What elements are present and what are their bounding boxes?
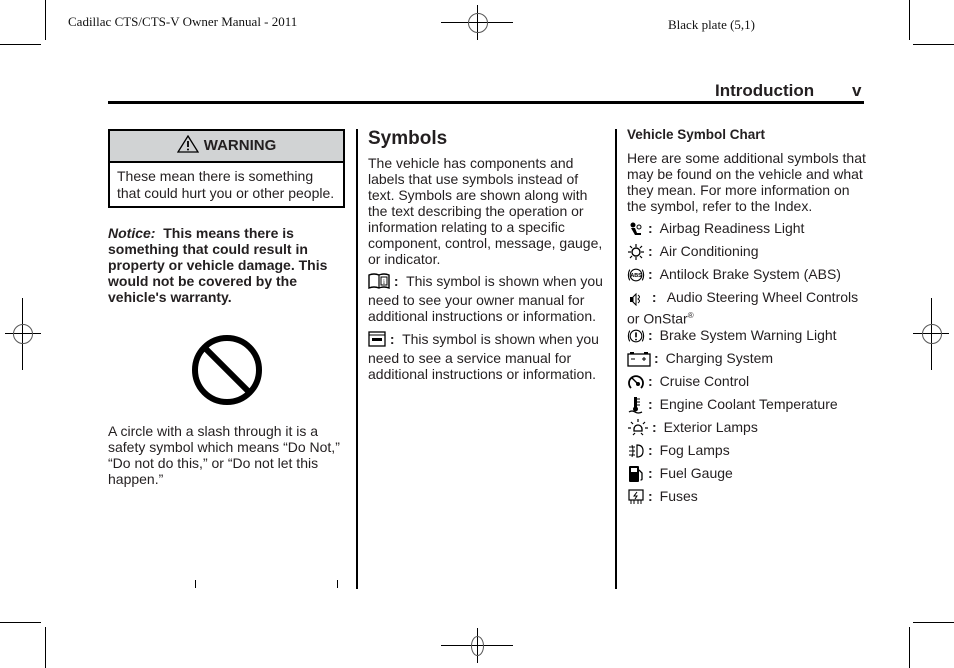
service-manual-item: : This symbol is shown when you need to … bbox=[368, 331, 599, 382]
crop-mark bbox=[0, 44, 41, 45]
airbag-icon bbox=[627, 220, 645, 238]
crop-mark bbox=[913, 44, 954, 45]
warning-title: WARNING bbox=[203, 137, 277, 154]
crop-mark bbox=[0, 622, 41, 623]
fuses-icon bbox=[627, 488, 645, 506]
symbol-row-air-conditioning: : Air Conditioning bbox=[627, 243, 867, 266]
crop-mark bbox=[195, 580, 196, 588]
symbols-heading: Symbols bbox=[368, 128, 448, 149]
symbols-intro: The vehicle has components and labels th… bbox=[368, 155, 603, 267]
circle-slash-icon bbox=[190, 333, 264, 407]
header-rule bbox=[108, 101, 864, 104]
symbol-row-audio-steering: : Audio Steering Wheel Controls or OnSta… bbox=[627, 289, 859, 327]
symbol-row-fuses: : Fuses bbox=[627, 488, 867, 511]
column-divider bbox=[615, 129, 617, 589]
crop-mark bbox=[45, 627, 46, 668]
symbol-label: Charging System bbox=[665, 350, 774, 366]
service-manual-icon bbox=[368, 331, 386, 350]
warning-header: WARNING bbox=[110, 131, 343, 163]
symbol-label: Audio Steering Wheel Controls or OnStar bbox=[627, 289, 859, 327]
abs-icon: ABS bbox=[627, 266, 645, 284]
symbol-row-fuel: : Fuel Gauge bbox=[627, 465, 867, 488]
crop-mark bbox=[909, 627, 910, 668]
right-column: Vehicle Symbol Chart Here are some addit… bbox=[627, 127, 867, 511]
brake-warning-icon bbox=[627, 327, 645, 345]
crop-mark bbox=[45, 0, 46, 40]
crop-mark bbox=[337, 580, 338, 588]
section-title: Introduction bbox=[715, 81, 815, 100]
symbol-row-abs: ABS : Antilock Brake System (ABS) bbox=[627, 266, 867, 289]
symbol-label: Fog Lamps bbox=[659, 442, 730, 458]
symbol-list: : Airbag Readiness Light : Air Condition… bbox=[627, 220, 867, 511]
fog-lamps-icon bbox=[627, 442, 645, 460]
plate-label: Black plate (5,1) bbox=[668, 17, 755, 32]
symbol-label: Cruise Control bbox=[659, 373, 750, 389]
symbol-label: Fuses bbox=[659, 488, 698, 504]
owner-manual-text: This symbol is shown when you need to se… bbox=[368, 273, 603, 324]
left-column: WARNING These mean there is something th… bbox=[108, 129, 348, 487]
notice-paragraph: Notice: This means there is something th… bbox=[108, 225, 348, 305]
coolant-temperature-icon bbox=[627, 396, 645, 414]
warning-box: WARNING These mean there is something th… bbox=[108, 129, 345, 208]
symbol-row-cruise: : Cruise Control bbox=[627, 373, 867, 396]
symbol-label: Brake System Warning Light bbox=[659, 327, 837, 343]
audio-steering-icon bbox=[627, 290, 645, 308]
vehicle-symbol-chart-heading: Vehicle Symbol Chart bbox=[627, 127, 766, 142]
notice-label: Notice: bbox=[108, 225, 156, 241]
symbol-row-coolant: : Engine Coolant Temperature bbox=[627, 396, 867, 419]
symbol-row-exterior-lamps: : Exterior Lamps bbox=[627, 419, 867, 442]
symbol-row-brake-warning: : Brake System Warning Light bbox=[627, 327, 867, 350]
column-divider bbox=[356, 129, 358, 589]
svg-text:i: i bbox=[383, 278, 385, 286]
service-manual-text: This symbol is shown when you need to se… bbox=[368, 331, 599, 382]
page-number: v bbox=[852, 81, 862, 100]
registered-mark: ® bbox=[687, 311, 694, 320]
symbol-label: Air Conditioning bbox=[659, 243, 759, 259]
owner-manual-book-icon: i bbox=[368, 273, 390, 292]
symbol-label: Fuel Gauge bbox=[659, 465, 733, 481]
crop-mark bbox=[913, 622, 954, 623]
symbol-label: Airbag Readiness Light bbox=[659, 220, 805, 236]
symbol-label: Antilock Brake System (ABS) bbox=[659, 266, 841, 282]
warning-triangle-icon bbox=[176, 134, 199, 157]
owner-manual-item: i : This symbol is shown when you need t… bbox=[368, 273, 603, 324]
battery-icon bbox=[627, 350, 651, 368]
fuel-gauge-icon bbox=[627, 465, 645, 483]
symbol-row-fog-lamps: : Fog Lamps bbox=[627, 442, 867, 465]
manual-title: Cadillac CTS/CTS-V Owner Manual - 2011 bbox=[68, 14, 298, 29]
middle-column: Symbols The vehicle has components and l… bbox=[368, 128, 604, 382]
vehicle-symbol-intro: Here are some additional symbols that ma… bbox=[627, 150, 866, 214]
symbol-label: Exterior Lamps bbox=[663, 419, 758, 435]
cruise-control-icon bbox=[627, 373, 645, 391]
exterior-lamps-icon bbox=[627, 419, 649, 437]
svg-text:ABS: ABS bbox=[630, 273, 642, 279]
crop-mark bbox=[909, 0, 910, 40]
warning-body: These mean there is something that could… bbox=[117, 168, 335, 201]
symbol-row-charging: : Charging System bbox=[627, 350, 867, 373]
air-conditioning-icon bbox=[627, 243, 645, 261]
symbol-label: Engine Coolant Temperature bbox=[659, 396, 838, 412]
symbol-row-airbag: : Airbag Readiness Light bbox=[627, 220, 867, 243]
prohibition-text: A circle with a slash through it is a sa… bbox=[108, 423, 340, 487]
